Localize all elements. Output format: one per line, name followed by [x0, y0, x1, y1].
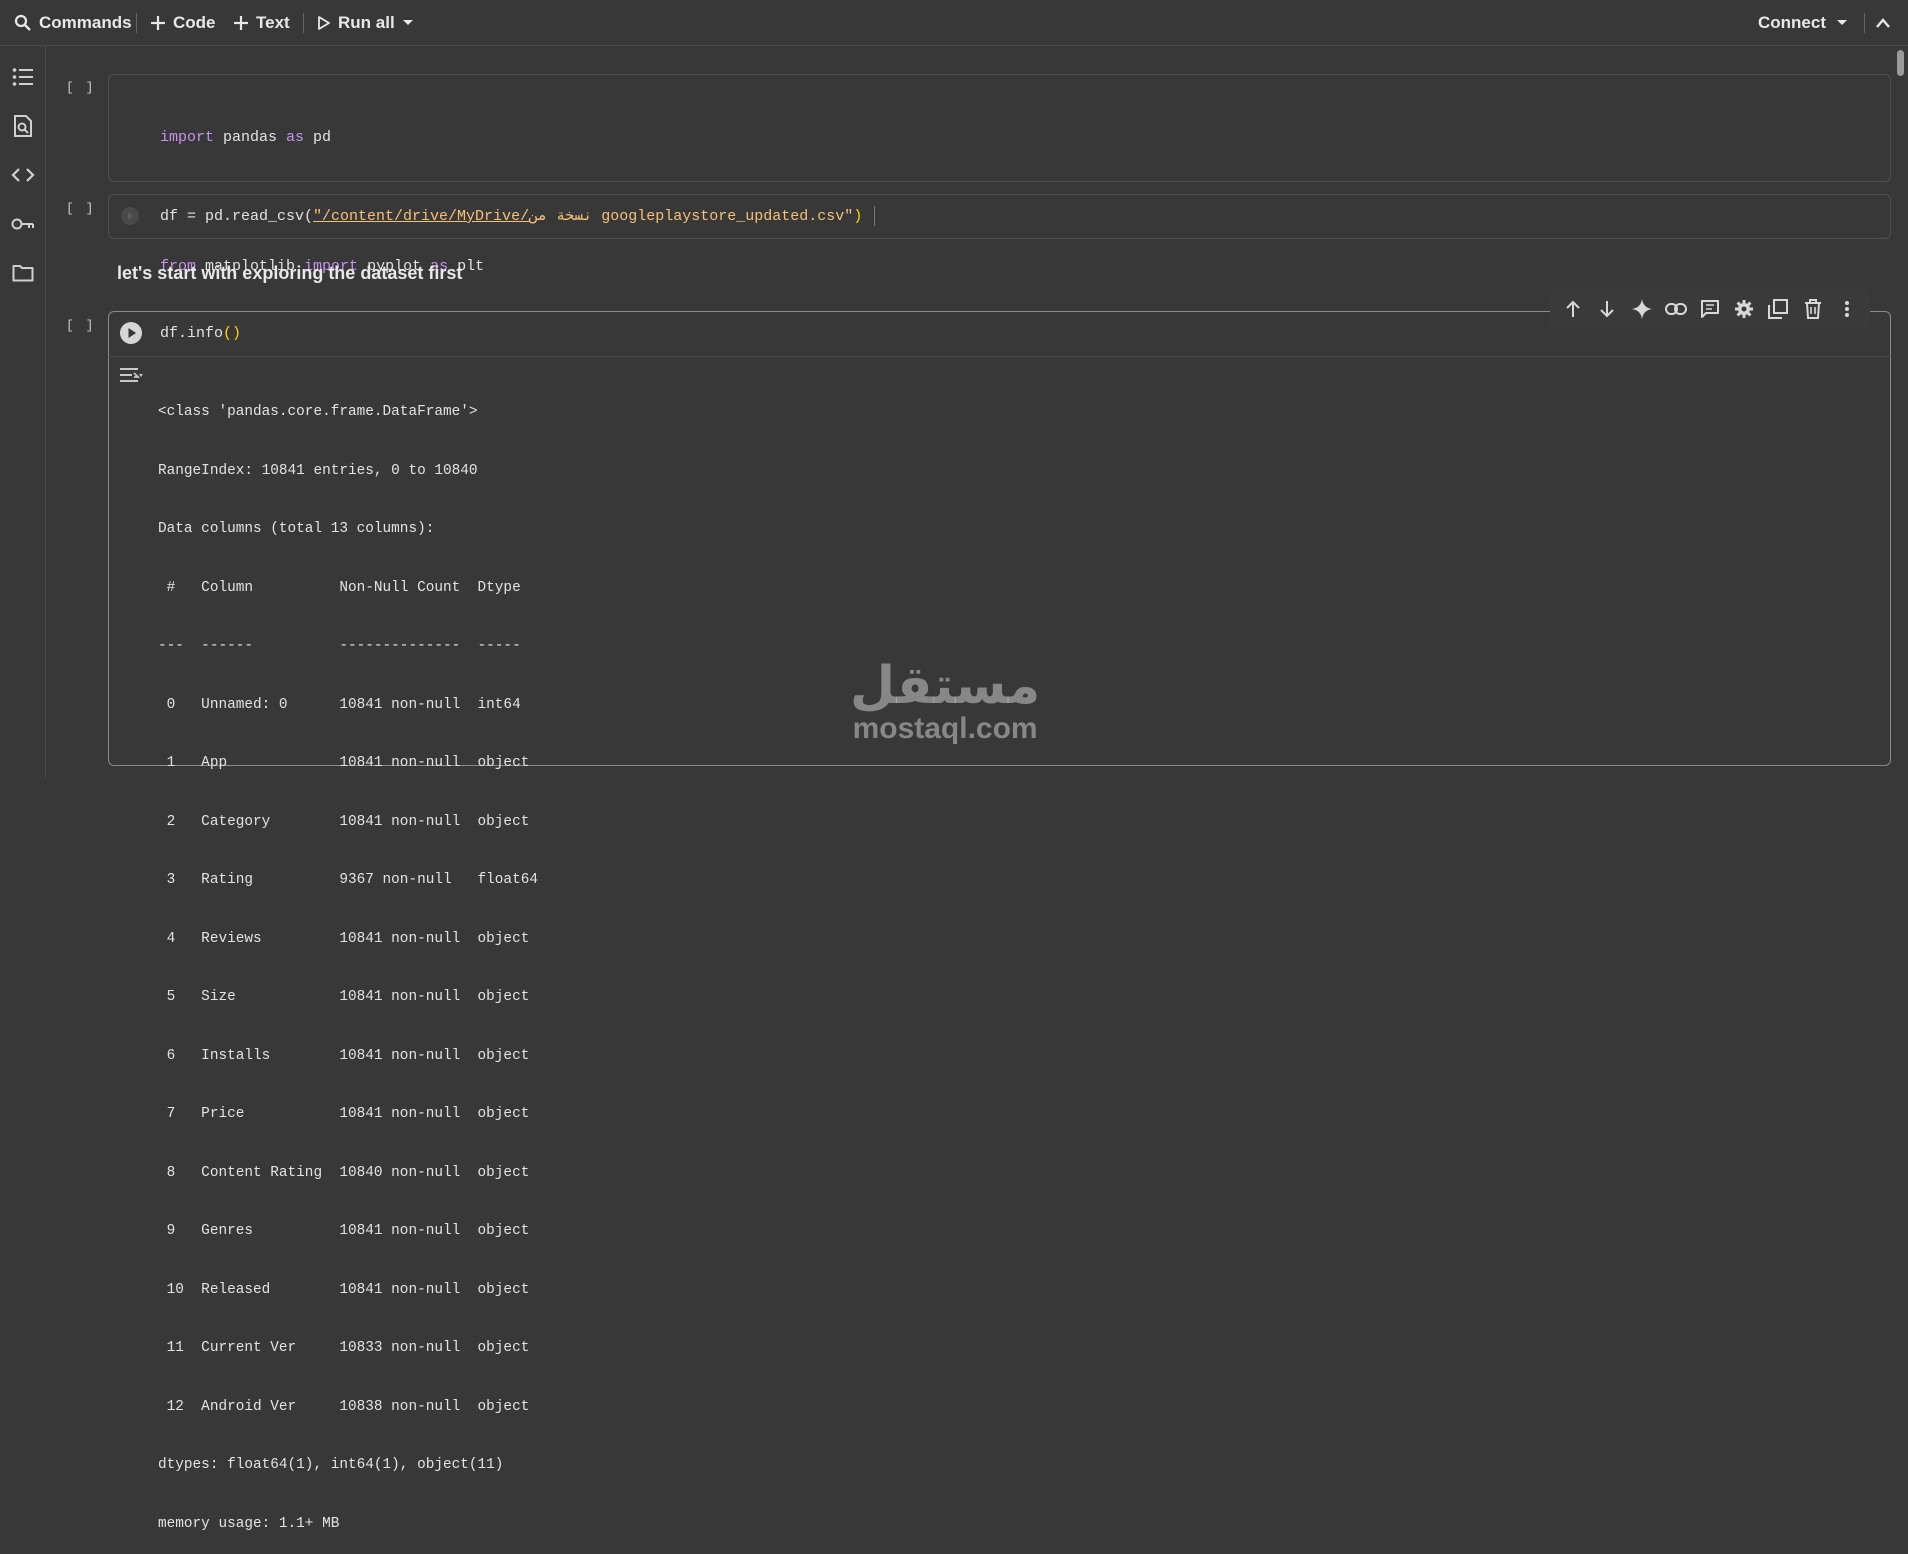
output-line: 9 Genres 10841 non-null object: [158, 1223, 538, 1239]
more-icon: [1844, 301, 1849, 317]
cell-toolbar: [1550, 289, 1870, 329]
files-button[interactable]: [10, 260, 36, 286]
find-icon: [14, 115, 32, 137]
connect-dropdown[interactable]: [1836, 0, 1848, 46]
cell-output: <class 'pandas.core.frame.DataFrame'> Ra…: [158, 364, 538, 1554]
output-line: 0 Unnamed: 0 10841 non-null int64: [158, 696, 538, 713]
run-all-dropdown[interactable]: [402, 0, 414, 46]
output-divider: [108, 356, 1891, 357]
cell-execution-count: [ ]: [66, 318, 96, 333]
cell-execution-count: [ ]: [66, 80, 96, 95]
more-actions-button[interactable]: [1833, 295, 1861, 323]
output-line: 7 Price 10841 non-null object: [158, 1106, 538, 1122]
watermark-latin: mostaql.com: [852, 712, 1038, 745]
top-toolbar: Commands Code Text Run all Connect: [0, 0, 1908, 46]
output-line: RangeIndex: 10841 entries, 0 to 10840: [158, 462, 478, 479]
key-icon: [11, 218, 34, 230]
output-line: --- ------ -------------- -----: [158, 638, 538, 654]
output-line: 4 Reviews 10841 non-null object: [158, 930, 538, 947]
output-line: <class 'pandas.core.frame.DataFrame'>: [158, 404, 478, 420]
output-actions-button[interactable]: [118, 366, 144, 391]
plus-icon: [234, 16, 248, 30]
toolbar-divider: [303, 13, 304, 33]
mirror-cell-button[interactable]: [1764, 295, 1792, 323]
output-line: 5 Size 10841 non-null object: [158, 989, 538, 1005]
find-replace-button[interactable]: [10, 113, 36, 139]
output-line: 12 Android Ver 10838 non-null object: [158, 1398, 538, 1415]
run-cell-button[interactable]: [120, 322, 142, 344]
watermark-arabic: مستقل: [850, 656, 1041, 716]
toolbar-divider: [1864, 13, 1865, 33]
output-line: 10 Released 10841 non-null object: [158, 1281, 538, 1298]
output-line: dtypes: float64(1), int64(1), object(11): [158, 1457, 504, 1473]
table-of-contents-button[interactable]: [10, 64, 36, 90]
output-line: 1 App 10841 non-null object: [158, 755, 538, 771]
code-snippets-button[interactable]: [10, 162, 36, 188]
arrow-up-icon: [1566, 300, 1580, 317]
output-line: # Column Non-Null Count Dtype: [158, 579, 538, 596]
link-icon: [1664, 303, 1687, 315]
arrow-down-icon: [1600, 301, 1615, 318]
plus-icon: [151, 16, 165, 30]
chevron-down-icon: [403, 20, 413, 25]
output-line: 8 Content Rating 10840 non-null object: [158, 1164, 538, 1181]
output-line: 2 Category 10841 non-null object: [158, 813, 538, 830]
commands-button[interactable]: Commands: [14, 0, 132, 46]
output-options-icon: [120, 368, 143, 382]
collapse-toolbar-button[interactable]: [1876, 0, 1890, 46]
gear-icon: [1735, 300, 1754, 318]
trash-icon: [1804, 299, 1821, 319]
chevron-up-icon: [1876, 18, 1890, 28]
add-text-label: Text: [256, 13, 290, 32]
output-line: 6 Installs 10841 non-null object: [158, 1047, 538, 1064]
add-text-button[interactable]: Text: [233, 0, 290, 46]
run-all-button[interactable]: Run all: [317, 0, 395, 46]
toolbar-divider: [136, 13, 137, 33]
cell-settings-button[interactable]: [1730, 295, 1758, 323]
code-editor[interactable]: df = pd.read_csv("/content/drive/MyDrive…: [160, 206, 876, 228]
add-code-label: Code: [173, 13, 216, 32]
sparkle-icon: [1631, 299, 1652, 319]
run-all-label: Run all: [338, 13, 395, 32]
move-cell-down-button[interactable]: [1593, 295, 1621, 323]
toc-icon: [12, 68, 33, 86]
vertical-scrollbar[interactable]: [1893, 46, 1908, 778]
folder-icon: [12, 265, 34, 282]
move-cell-up-button[interactable]: [1559, 295, 1587, 323]
delete-cell-button[interactable]: [1799, 295, 1827, 323]
output-line: 3 Rating 9367 non-null float64: [158, 872, 538, 888]
output-line: memory usage: 1.1+ MB: [158, 1515, 340, 1532]
code-line: import pandas as pd: [160, 129, 332, 146]
text-cursor: [874, 206, 876, 227]
scrollbar-thumb[interactable]: [1897, 50, 1904, 76]
run-cell-button[interactable]: [121, 207, 139, 225]
play-icon: [318, 16, 330, 30]
secrets-button[interactable]: [10, 211, 36, 237]
output-line: Data columns (total 13 columns):: [158, 521, 435, 537]
add-code-button[interactable]: Code: [150, 0, 216, 46]
comment-icon: [1700, 300, 1719, 318]
left-sidebar: [0, 46, 46, 778]
play-icon: [128, 212, 134, 220]
copy-link-button[interactable]: [1662, 295, 1690, 323]
gemini-button[interactable]: [1628, 295, 1656, 323]
mirror-icon: [1768, 299, 1789, 319]
connect-button[interactable]: Connect: [1758, 0, 1826, 46]
code-icon: [11, 168, 35, 182]
chevron-down-icon: [1837, 20, 1847, 25]
watermark: مستقل mostaql.com: [850, 660, 1040, 746]
file-path-link[interactable]: "/content/drive/MyDrive/: [313, 208, 529, 225]
add-comment-button[interactable]: [1696, 295, 1724, 323]
play-icon: [128, 328, 136, 338]
cell-execution-count: [ ]: [66, 201, 96, 216]
connect-label: Connect: [1758, 13, 1826, 32]
search-icon: [14, 14, 31, 31]
code-editor[interactable]: df.info(): [160, 323, 241, 345]
commands-label: Commands: [39, 13, 132, 32]
output-line: 11 Current Ver 10833 non-null object: [158, 1340, 538, 1356]
markdown-cell[interactable]: let's start with exploring the dataset f…: [117, 263, 462, 284]
